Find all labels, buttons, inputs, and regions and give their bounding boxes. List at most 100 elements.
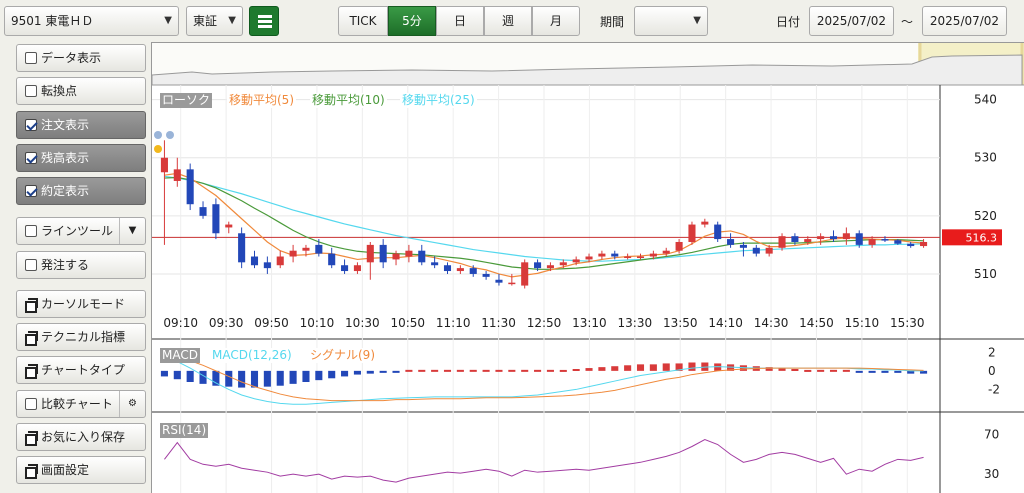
tab-5min[interactable]: 5分 [388,6,436,36]
candle-body [418,250,426,263]
macd-bar [250,370,259,388]
candle-body [456,268,464,272]
sidebar-item-data-display[interactable]: データ表示 [16,44,146,72]
macd-bar [598,367,606,371]
macd-bar [431,369,439,372]
price-axis: 540 530 520 510 516.3 [942,93,1002,281]
tab-day-label: 日 [453,14,466,28]
macd-bar [868,370,876,373]
symbol-label: 9501 東電ＨＤ [11,14,94,28]
candle-body [160,157,168,173]
macd-bar [624,365,632,371]
sidebar-item-balance-display[interactable]: 残高表示 [16,144,146,172]
tab-day[interactable]: 日 [436,6,484,36]
candle-body [739,244,747,248]
macd-bar [405,369,413,372]
macd-bar [585,368,593,371]
candle-body [250,256,259,266]
chevron-down-icon[interactable]: ▼ [119,218,145,244]
candle-body [881,239,889,241]
date-to-value: 2025/07/02 [929,14,1000,28]
list-icon[interactable] [249,6,279,36]
period-select[interactable]: ▼ [634,6,708,36]
macd-bar [315,370,323,381]
macd-bar [456,369,464,372]
macd-bar [842,369,850,372]
macd-bar [366,370,374,374]
candle-body [894,240,902,244]
checkbox-checked[interactable] [25,185,37,197]
macd-bar [341,370,349,377]
sidebar-item-turning-point[interactable]: 転換点 [16,77,146,105]
macd-bar [636,364,645,371]
macd-bar [443,369,452,372]
sidebar-item-screen-settings[interactable]: 画面設定 [16,456,146,484]
tab-month[interactable]: 月 [532,6,580,36]
legend-ma25: 移動平均(25) [400,93,477,108]
market-select[interactable]: 東証 ▼ [186,6,243,36]
period-label: 期間 [600,15,625,29]
date-from-input[interactable]: 2025/07/02 [809,6,894,36]
sidebar-item-order-display[interactable]: 注文表示 [16,111,146,139]
tab-week-label: 週 [501,14,514,28]
sidebar-item-save-favorite[interactable]: お気に入り保存 [16,423,146,451]
gear-icon[interactable]: ⚙ [119,391,145,417]
candle-body [559,262,567,266]
time-tick-label: 14:30 [754,316,789,330]
checkbox-checked[interactable] [25,152,37,164]
macd-bar [649,364,657,371]
time-tick-label: 09:50 [254,316,289,330]
list-line [258,20,272,23]
chart-panel[interactable]: 540 530 520 510 516.3 09:10 09:30 09:50 10:10 10… [151,42,1024,493]
sidebar-item-label: カーソルモード [41,297,126,311]
checkbox-checked[interactable] [25,119,37,131]
candle-body [469,268,477,274]
sidebar-item-compare-chart[interactable]: 比較チャート ⚙ [16,390,146,418]
candle-body [778,236,786,248]
window-icon [25,331,38,346]
sidebar-item-execution-display[interactable]: 約定表示 [16,177,146,205]
candle-body [688,224,696,242]
symbol-select[interactable]: 9501 東電ＨＤ ▼ [4,6,179,36]
sidebar-item-technical-indicators[interactable]: テクニカル指標 [16,323,146,351]
checkbox[interactable] [25,52,37,64]
date-to-input[interactable]: 2025/07/02 [922,6,1007,36]
sidebar-item-chart-type[interactable]: チャートタイプ [16,356,146,384]
candle-body [482,273,490,277]
candle-body [585,256,593,260]
sidebar-item-label: 約定表示 [41,184,90,198]
macd-bar [611,366,619,371]
tab-week[interactable]: 週 [484,6,532,36]
chart-svg[interactable]: 540 530 520 510 516.3 09:10 09:30 09:50 10:10 10… [152,43,1024,493]
macd-bar [662,363,670,371]
macd-bar [482,369,490,372]
macd-bar [894,370,902,373]
checkbox[interactable] [25,259,37,271]
sidebar-item-label: お気に入り保存 [41,430,126,444]
navigator[interactable] [152,43,1024,86]
time-tick-label: 15:10 [845,316,880,330]
macd-tick-label: 2 [988,345,996,359]
candle-body [431,262,439,266]
sidebar-item-place-order[interactable]: 発注する [16,251,146,279]
candle-body [392,253,400,260]
legend-ma5: 移動平均(5) [227,93,296,108]
checkbox[interactable] [25,85,37,97]
candle-body [225,224,233,228]
macd-bar [353,370,361,375]
tab-tick[interactable]: TICK [338,6,388,36]
candle-body [598,253,606,257]
sidebar-item-label: 画面設定 [41,463,90,477]
candle-body [508,282,516,285]
candle-body [611,253,619,257]
time-tick-label: 13:30 [618,316,653,330]
checkbox[interactable] [25,225,37,237]
sidebar-item-line-tool[interactable]: ラインツール ▼ [16,217,146,245]
macd-bar [173,370,181,380]
candle-body [675,241,683,251]
sidebar-item-cursor-mode[interactable]: カーソルモード [16,290,146,318]
date-separator: ～ [901,15,914,29]
execution-marker [166,131,174,139]
checkbox[interactable] [25,398,37,410]
candle-body [521,262,529,286]
